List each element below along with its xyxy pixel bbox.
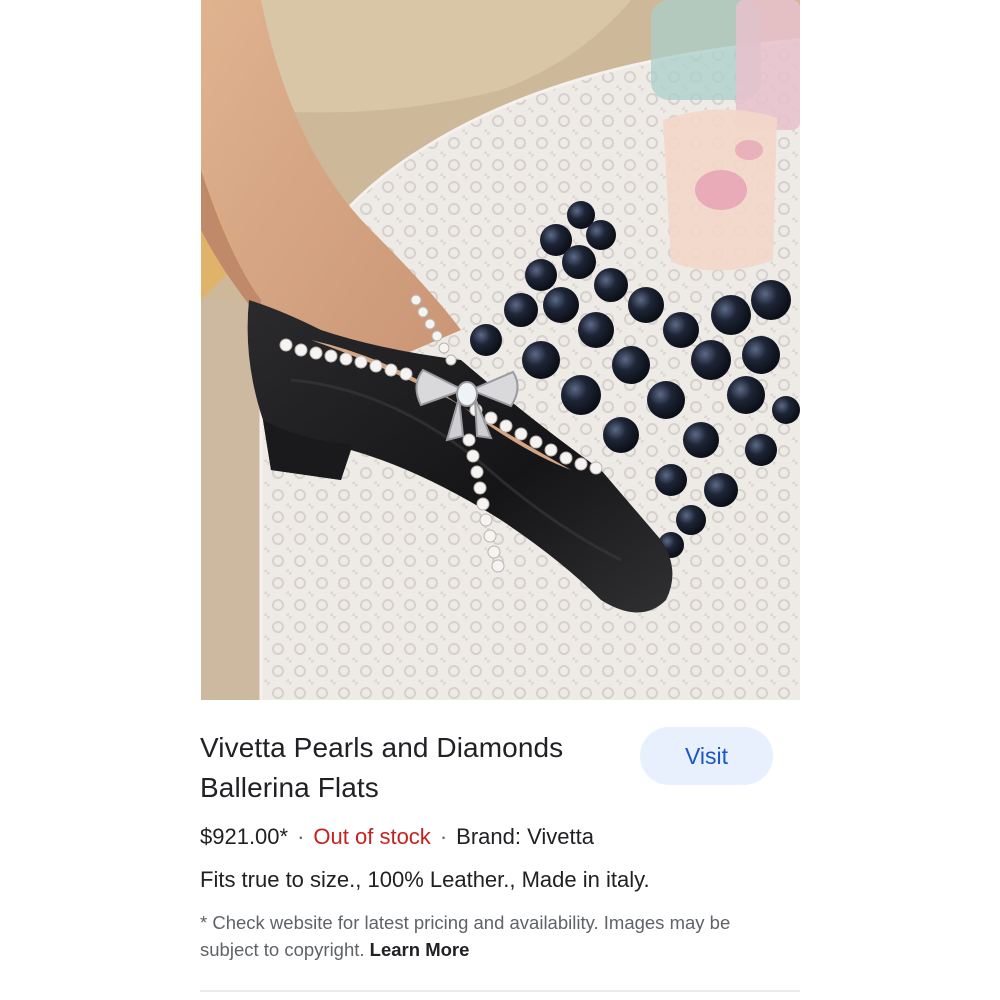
separator-dot: · [297,824,305,849]
product-brand: Brand: Vivetta [456,824,594,849]
disclaimer: * Check website for latest pricing and a… [200,909,780,963]
product-meta-row: $921.00* · Out of stock · Brand: Vivetta [200,822,594,852]
visit-button[interactable]: Visit [640,727,773,785]
learn-more-link[interactable]: Learn More [370,939,470,960]
visit-button-label: Visit [684,742,729,769]
product-price: $921.00* [200,824,289,849]
product-title[interactable]: Vivetta Pearls and Diamonds Ballerina Fl… [200,728,620,808]
product-image[interactable] [201,0,800,700]
separator-dot: · [439,824,448,849]
divider [200,990,800,992]
product-result-page: Vivetta Pearls and Diamonds Ballerina Fl… [0,0,1000,1000]
stock-status: Out of stock [313,824,431,849]
product-description: Fits true to size., 100% Leather., Made … [200,867,650,892]
